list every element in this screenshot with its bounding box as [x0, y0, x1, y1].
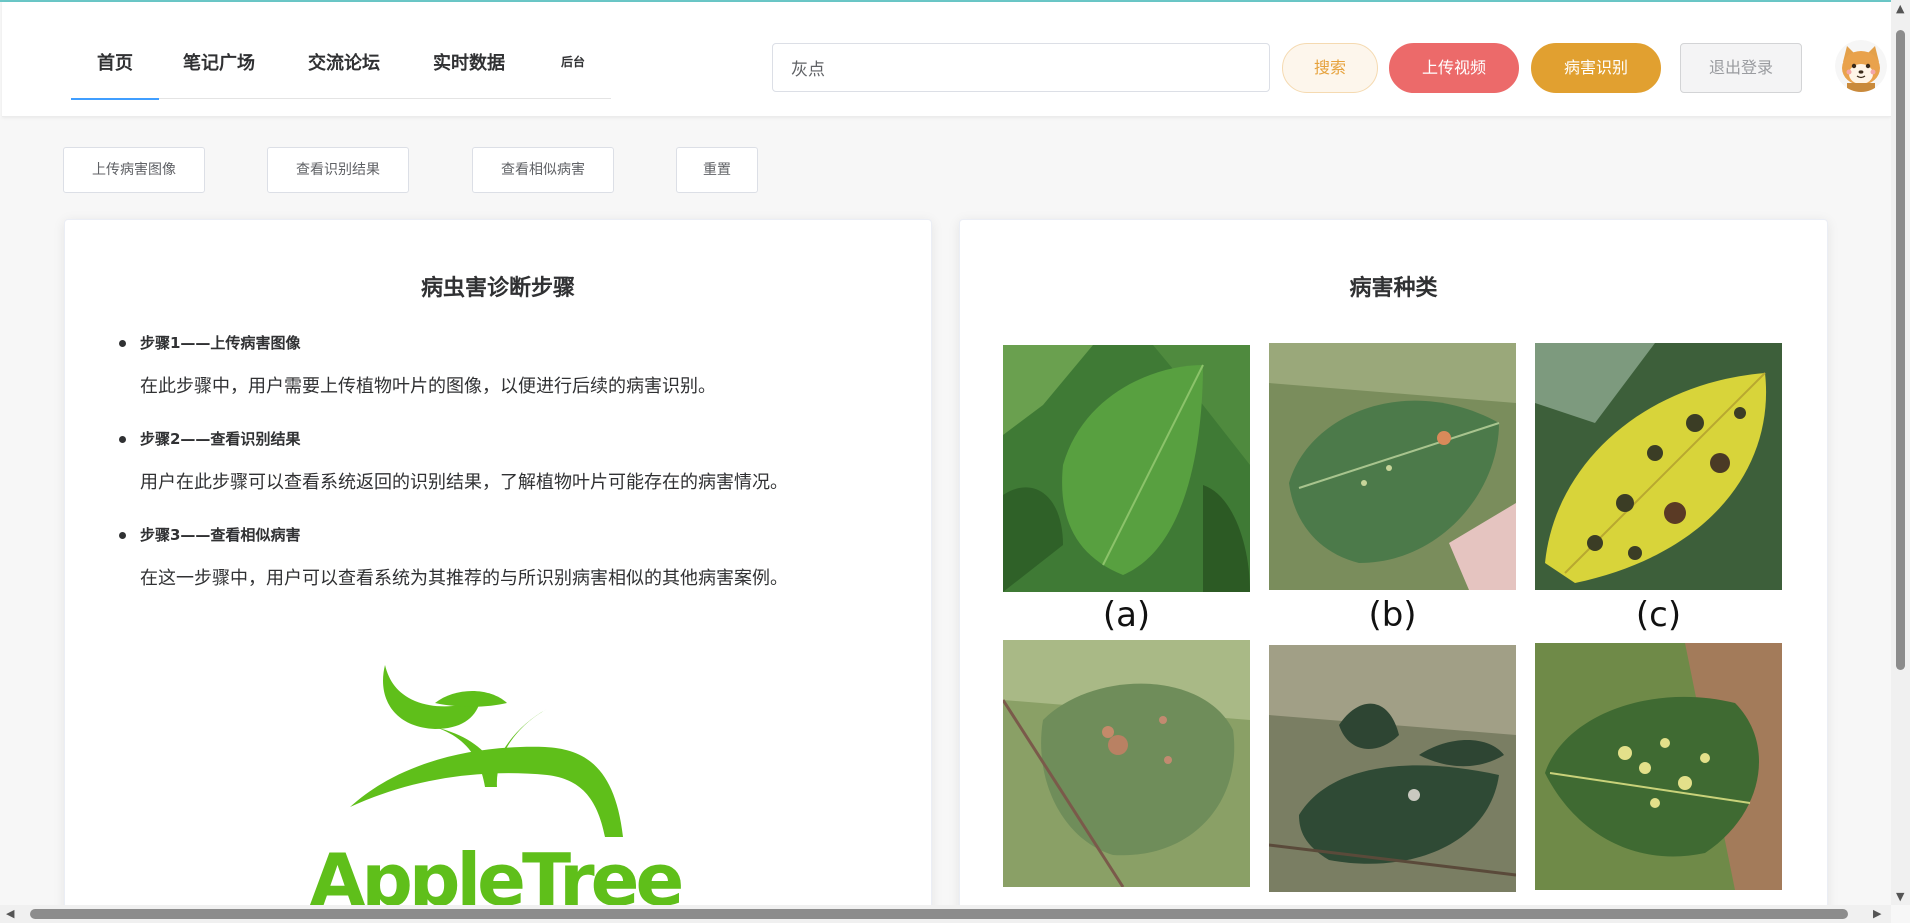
nav-home[interactable]: 首页 [71, 28, 159, 100]
nav-notes-square[interactable]: 笔记广场 [179, 28, 259, 99]
nav-realtime-data[interactable]: 实时数据 [429, 28, 509, 99]
brown-spot-leaf-image [1003, 640, 1250, 887]
step-description: 用户在此步骤可以查看系统返回的识别结果，了解植物叶片可能存在的病害情况。 [140, 472, 788, 493]
scroll-right-arrow-icon[interactable]: ▶ [1873, 907, 1881, 920]
disease-types-card: 病害种类 (a) (b) (c) [959, 219, 1828, 919]
nav-admin[interactable]: 后台 [553, 28, 593, 99]
scroll-up-arrow-icon[interactable]: ▲ [1896, 2, 1904, 15]
view-similar-button[interactable]: 查看相似病害 [472, 147, 614, 193]
top-header: 首页 笔记广场 交流论坛 实时数据 后台 搜索 上传视频 病害识别 退出登录 [2, 2, 1891, 117]
card-title: 病虫害诊断步骤 [420, 276, 575, 301]
gray-spot-leaf-image [1269, 645, 1516, 892]
step-heading: 步骤1——上传病害图像 [117, 332, 917, 354]
steps-list: 步骤1——上传病害图像 在此步骤中，用户需要上传植物叶片的图像，以便进行后续的病… [117, 332, 917, 620]
upload-video-button[interactable]: 上传视频 [1389, 43, 1519, 93]
rust-spot-leaf-image [1269, 343, 1516, 590]
diagnosis-steps-card: 病虫害诊断步骤 步骤1——上传病害图像 在此步骤中，用户需要上传植物叶片的图像，… [64, 219, 932, 919]
step-heading: 步骤2——查看识别结果 [117, 428, 917, 450]
logout-button[interactable]: 退出登录 [1680, 43, 1802, 93]
search-input[interactable] [772, 43, 1270, 92]
step-description: 在这一步骤中，用户可以查看系统为其推荐的与所识别病害相似的其他病害案例。 [140, 568, 788, 589]
caption-c: (c) [1635, 595, 1682, 635]
logo-wordmark: AppleTree [310, 838, 682, 907]
scab-spot-leaf-image [1535, 343, 1782, 590]
vertical-scroll-thumb[interactable] [1896, 30, 1905, 670]
view-result-button[interactable]: 查看识别结果 [267, 147, 409, 193]
scroll-down-arrow-icon[interactable]: ▼ [1896, 890, 1904, 903]
healthy-leaf-image [1003, 345, 1250, 592]
main-nav: 首页 笔记广场 交流论坛 实时数据 后台 [71, 28, 611, 100]
card-title: 病害种类 [1349, 276, 1438, 301]
apple-tree-logo-graphic: AppleTree [310, 665, 686, 918]
caption-b: (b) [1368, 595, 1417, 635]
mosaic-leaf-image [1535, 643, 1782, 890]
upload-disease-image-button[interactable]: 上传病害图像 [63, 147, 205, 193]
horizontal-scroll-thumb[interactable] [30, 909, 1848, 919]
avatar[interactable] [1835, 40, 1887, 92]
search-button[interactable]: 搜索 [1282, 43, 1378, 93]
caption-a: (a) [1102, 595, 1151, 635]
reset-button[interactable]: 重置 [676, 147, 758, 193]
shiba-dog-avatar-icon [1835, 40, 1887, 92]
step-description: 在此步骤中，用户需要上传植物叶片的图像，以便进行后续的病害识别。 [140, 376, 716, 397]
apple-tree-logo: AppleTree [285, 657, 705, 918]
step-heading: 步骤3——查看相似病害 [117, 524, 917, 546]
scroll-left-arrow-icon[interactable]: ◀ [6, 907, 14, 920]
disease-identify-button[interactable]: 病害识别 [1531, 43, 1661, 93]
nav-forum[interactable]: 交流论坛 [304, 28, 384, 99]
